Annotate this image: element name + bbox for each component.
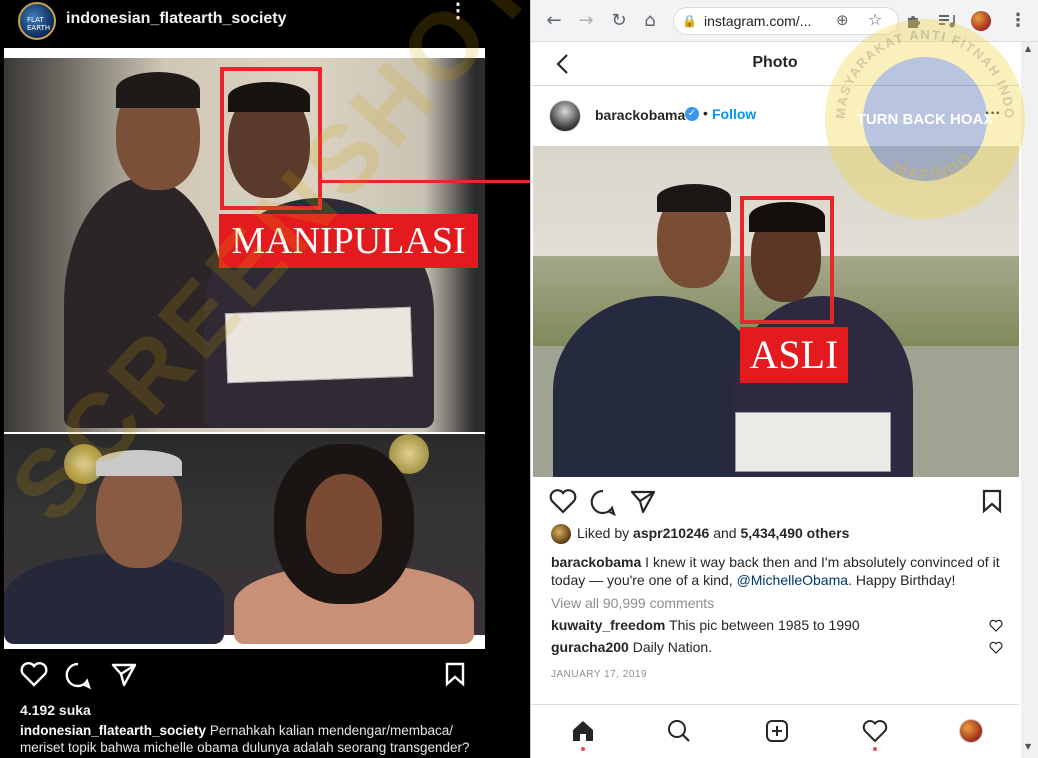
- account-username[interactable]: barackobama: [595, 107, 685, 123]
- comment-row: guracha200 Daily Nation.: [551, 639, 991, 655]
- new-post-icon[interactable]: [765, 719, 789, 743]
- url-text[interactable]: instagram.com/...: [704, 13, 811, 29]
- account-avatar[interactable]: [549, 100, 581, 132]
- bottom-navigation: [531, 704, 1019, 758]
- comment-like-heart-icon[interactable]: [989, 641, 1003, 655]
- post-actions: [531, 484, 1019, 520]
- account-avatar[interactable]: FLAT EARTH: [18, 2, 56, 40]
- likes-summary[interactable]: Liked by aspr210246 and 5,434,490 others: [577, 525, 849, 541]
- activity-heart-icon[interactable]: [862, 719, 888, 743]
- comment-bubble-icon[interactable]: [64, 661, 92, 689]
- caption-text-2: . Happy Birthday!: [848, 572, 956, 588]
- view-all-comments-link[interactable]: View all 90,999 comments: [551, 595, 714, 611]
- liked-by-others[interactable]: 5,434,490 others: [740, 525, 849, 541]
- comment-username[interactable]: guracha200: [551, 639, 629, 655]
- liker-avatar[interactable]: [551, 524, 571, 544]
- mafindo-seal-watermark: MASYARAKAT ANTI FITNAH INDONESIA MAFINDO…: [820, 14, 1025, 219]
- forward-arrow-icon[interactable]: →: [575, 10, 597, 32]
- lock-icon: 🔒: [682, 14, 697, 28]
- comment-bubble-icon[interactable]: [589, 488, 617, 516]
- bookmark-icon[interactable]: [444, 661, 466, 687]
- home-icon[interactable]: [571, 719, 595, 743]
- liked-by-prefix: Liked by: [577, 525, 630, 541]
- scroll-down-arrow-icon[interactable]: ▼: [1025, 742, 1031, 751]
- post-actions: [0, 655, 490, 695]
- activity-notification-dot: [873, 747, 877, 751]
- comment-like-heart-icon[interactable]: [989, 619, 1003, 633]
- like-heart-icon[interactable]: [20, 661, 48, 687]
- caption-mention-link[interactable]: @MichelleObama: [737, 572, 848, 588]
- verified-badge-icon: ✓: [685, 107, 699, 121]
- original-label: ASLI: [740, 327, 848, 383]
- caption-username[interactable]: indonesian_flatearth_society: [20, 723, 206, 738]
- likes-row: Liked by aspr210246 and 5,434,490 others: [531, 522, 1019, 546]
- seal-center-text: TURN BACK HOAX: [857, 111, 994, 128]
- bookmark-icon[interactable]: [981, 488, 1003, 514]
- post-caption: barackobama I knew it way back then and …: [551, 553, 1001, 589]
- search-icon[interactable]: [667, 719, 691, 743]
- address-bar[interactable]: 🔒 instagram.com/... ⊕ ☆: [673, 7, 899, 35]
- comment-text: Daily Nation.: [632, 639, 713, 655]
- separator-dot: •: [703, 105, 708, 121]
- zoom-icon[interactable]: ⊕: [836, 11, 849, 29]
- comment-username[interactable]: kuwaity_freedom: [551, 617, 665, 633]
- avatar-label: FLAT EARTH: [27, 16, 51, 32]
- photo-newspaper: [735, 412, 891, 472]
- woman-face: [306, 474, 382, 574]
- share-send-icon[interactable]: [629, 488, 657, 514]
- photo-young-man-body: [553, 296, 763, 477]
- like-heart-icon[interactable]: [549, 488, 577, 514]
- browser-menu-icon[interactable]: ⋮: [1007, 10, 1029, 32]
- likes-count: 4.192 suka: [20, 702, 91, 718]
- profile-avatar[interactable]: [959, 719, 983, 743]
- photo-hair-left: [116, 72, 200, 108]
- original-face-box: [740, 196, 834, 324]
- home-notification-dot: [581, 747, 585, 751]
- suit-man: [4, 554, 224, 644]
- post-date: JANUARY 17, 2019: [551, 669, 648, 680]
- caption-username[interactable]: barackobama: [551, 554, 641, 570]
- comment-text: This pic between 1985 to 1990: [669, 617, 860, 633]
- scroll-up-arrow-icon[interactable]: ▲: [1025, 44, 1031, 53]
- liked-by-and: and: [713, 525, 737, 541]
- follow-button[interactable]: Follow: [712, 106, 756, 122]
- liked-by-user[interactable]: aspr210246: [633, 525, 709, 541]
- home-icon[interactable]: ⌂: [639, 10, 661, 32]
- reload-icon[interactable]: ↻: [608, 10, 630, 32]
- account-username[interactable]: indonesian_flatearth_society: [66, 10, 287, 28]
- comment-row: kuwaity_freedom This pic between 1985 to…: [551, 617, 991, 633]
- share-send-icon[interactable]: [110, 661, 138, 687]
- photo-young-man-hair: [657, 184, 731, 212]
- post-caption: indonesian_flatearth_society Pernahkah k…: [20, 722, 490, 756]
